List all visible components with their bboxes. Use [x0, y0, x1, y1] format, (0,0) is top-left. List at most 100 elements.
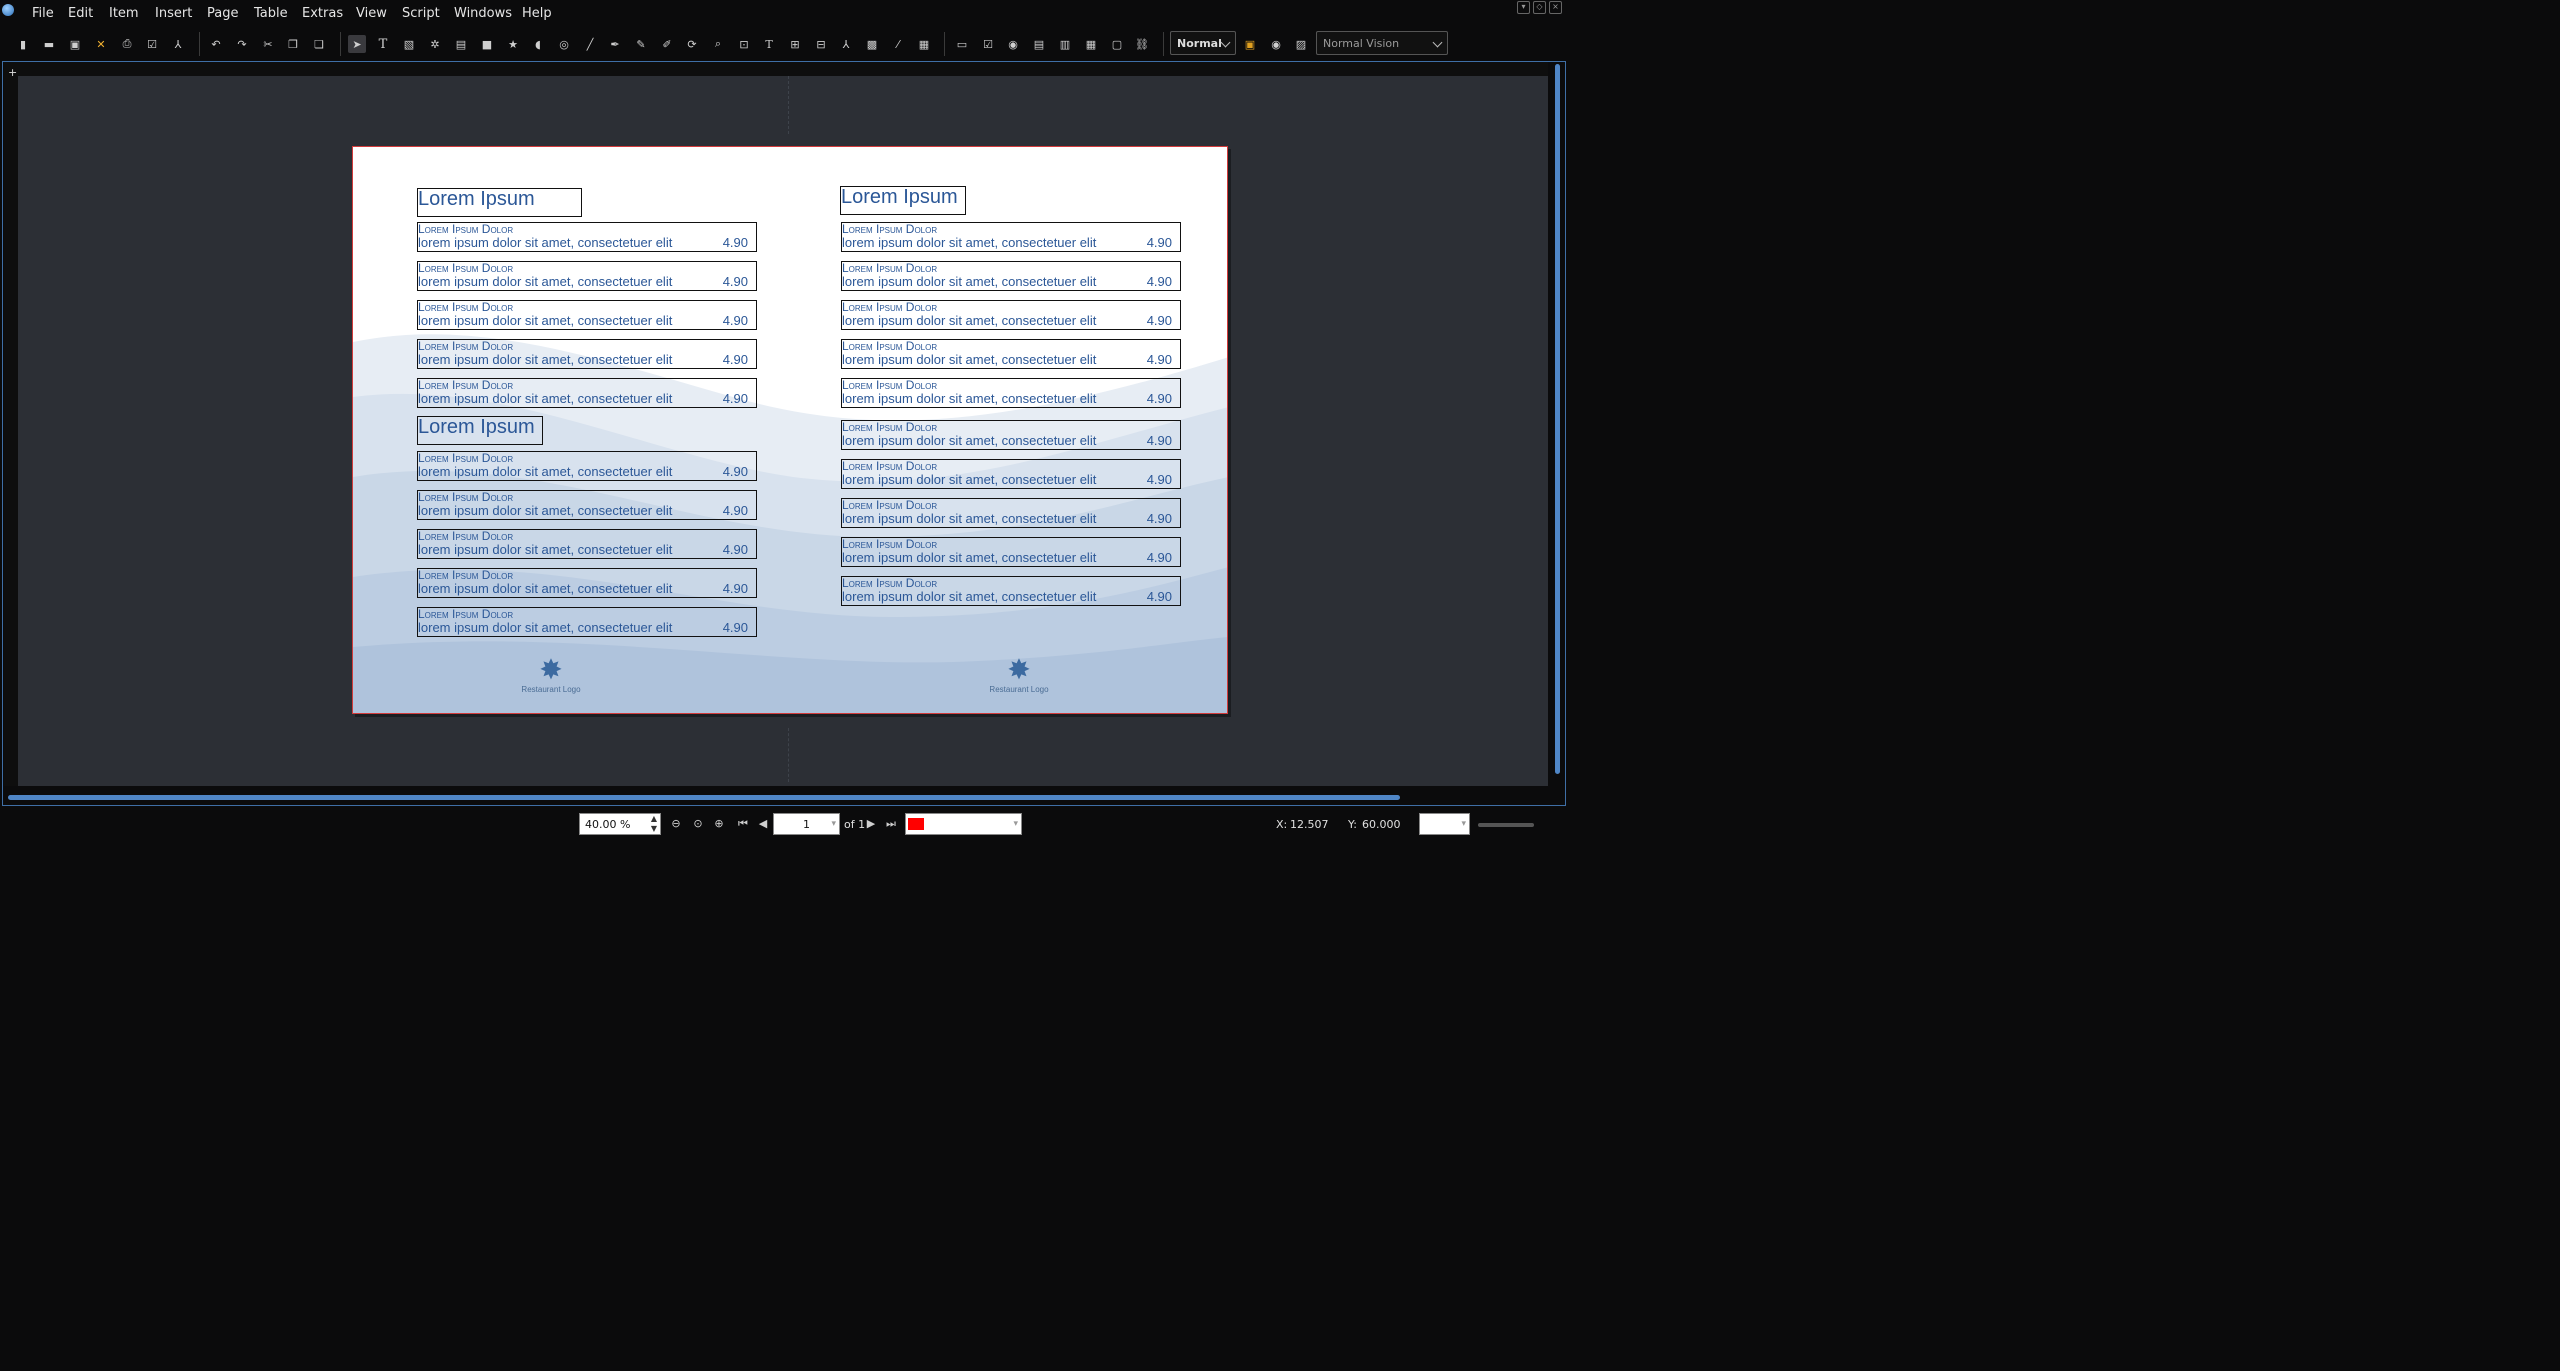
zoom-100-icon[interactable]: ⊙: [691, 817, 705, 831]
zoom-out-icon[interactable]: ⊖: [669, 817, 683, 831]
section-heading[interactable]: Lorem Ipsum: [417, 416, 543, 445]
menu-file[interactable]: File: [32, 6, 54, 21]
unlink-frames-icon[interactable]: ⊟: [812, 35, 830, 53]
menu-item-frame[interactable]: Lorem Ipsum Dolor lorem ipsum dolor sit a…: [841, 537, 1181, 567]
next-page-icon[interactable]: ▶: [864, 817, 878, 831]
menu-page[interactable]: Page: [207, 6, 238, 21]
last-page-icon[interactable]: ⏭: [884, 817, 898, 831]
new-document-icon[interactable]: ▮: [14, 35, 32, 53]
pdf-checkbox-icon[interactable]: ☑: [979, 35, 997, 53]
horizontal-ruler[interactable]: [4, 62, 1548, 76]
chevron-down-icon[interactable]: ▾: [1461, 819, 1466, 829]
close-document-icon[interactable]: ✕: [92, 35, 110, 53]
restore-icon[interactable]: ◇: [1533, 1, 1546, 14]
menu-windows[interactable]: Windows: [454, 6, 512, 21]
table-icon[interactable]: ▤: [452, 35, 470, 53]
menu-item-frame[interactable]: Lorem Ipsum Dolor lorem ipsum dolor sit a…: [417, 451, 757, 481]
line-icon[interactable]: ╱: [581, 35, 599, 53]
arc-icon[interactable]: ◖: [529, 35, 547, 53]
menu-item-frame[interactable]: Lorem Ipsum Dolor lorem ipsum dolor sit a…: [841, 459, 1181, 489]
menu-extras[interactable]: Extras: [302, 6, 343, 21]
unit-select[interactable]: ▾: [1419, 813, 1470, 835]
table-edit-icon[interactable]: ▦: [915, 35, 933, 53]
close-window-icon[interactable]: ×: [1549, 1, 1562, 14]
pdf-combobox-icon[interactable]: ▥: [1056, 35, 1074, 53]
menu-item-frame[interactable]: Lorem Ipsum Dolor lorem ipsum dolor sit a…: [417, 607, 757, 637]
zoom-icon[interactable]: ⌕: [709, 35, 727, 53]
image-frame-icon[interactable]: ▧: [400, 35, 418, 53]
select-icon[interactable]: ➤: [348, 35, 366, 53]
preview-icon[interactable]: ◉: [1267, 35, 1285, 53]
edit-mode-icon[interactable]: ▨: [1292, 35, 1310, 53]
text-frame-icon[interactable]: T: [374, 35, 392, 53]
previous-page-icon[interactable]: ◀: [756, 817, 770, 831]
pdf-listbox-icon[interactable]: ▦: [1082, 35, 1100, 53]
vertical-ruler[interactable]: [4, 76, 18, 786]
image-preview-quality-select[interactable]: Normal: [1170, 31, 1236, 55]
menu-item-frame[interactable]: Lorem Ipsum Dolor lorem ipsum dolor sit a…: [417, 339, 757, 369]
menu-item-frame[interactable]: Lorem Ipsum Dolor lorem ipsum dolor sit a…: [417, 222, 757, 252]
menu-item-frame[interactable]: Lorem Ipsum Dolor lorem ipsum dolor sit a…: [417, 568, 757, 598]
vertical-scrollbar[interactable]: [1555, 64, 1560, 774]
menu-item-frame[interactable]: Lorem Ipsum Dolor lorem ipsum dolor sit a…: [417, 378, 757, 408]
menu-item-frame[interactable]: Lorem Ipsum Dolor lorem ipsum dolor sit a…: [417, 490, 757, 520]
edit-text-icon[interactable]: T: [760, 35, 778, 53]
menu-insert[interactable]: Insert: [155, 6, 192, 21]
menu-script[interactable]: Script: [402, 6, 440, 21]
spiral-icon[interactable]: ◎: [555, 35, 573, 53]
menu-item-frame[interactable]: Lorem Ipsum Dolor lorem ipsum dolor sit a…: [841, 300, 1181, 330]
first-page-icon[interactable]: ⏮: [736, 817, 750, 831]
pdf-text-field-icon[interactable]: ▤: [1030, 35, 1048, 53]
pdf-push-button-icon[interactable]: ▭: [953, 35, 971, 53]
open-document-icon[interactable]: ▬: [40, 35, 58, 53]
zoom-in-icon[interactable]: ⊕: [712, 817, 726, 831]
undo-icon[interactable]: ↶: [207, 35, 225, 53]
pdf-link-icon[interactable]: ⛓: [1133, 35, 1151, 53]
color-management-icon[interactable]: ▣: [1241, 35, 1259, 53]
copy-properties-icon[interactable]: ▩: [863, 35, 881, 53]
measure-icon[interactable]: ⅄: [837, 35, 855, 53]
pdf-radio-icon[interactable]: ◉: [1004, 35, 1022, 53]
copy-icon[interactable]: ❐: [284, 35, 302, 53]
menu-item-frame[interactable]: Lorem Ipsum Dolor lorem ipsum dolor sit a…: [417, 261, 757, 291]
paste-icon[interactable]: ❏: [310, 35, 328, 53]
cut-icon[interactable]: ✂: [259, 35, 277, 53]
section-heading[interactable]: Lorem Ipsum: [840, 186, 966, 215]
redo-icon[interactable]: ↷: [233, 35, 251, 53]
menu-item-frame[interactable]: Lorem Ipsum Dolor lorem ipsum dolor sit a…: [417, 300, 757, 330]
spin-arrows-icon[interactable]: ▲ ▼: [651, 814, 657, 834]
menu-item-frame[interactable]: Lorem Ipsum Dolor lorem ipsum dolor sit a…: [841, 378, 1181, 408]
menu-edit[interactable]: Edit: [68, 6, 93, 21]
freehand-icon[interactable]: ✎: [632, 35, 650, 53]
zoom-field[interactable]: 40.00 % ▲ ▼: [579, 813, 661, 835]
shape-icon[interactable]: ■: [478, 35, 496, 53]
menu-item-frame[interactable]: Lorem Ipsum Dolor lorem ipsum dolor sit a…: [841, 498, 1181, 528]
horizontal-scrollbar[interactable]: [8, 795, 1400, 800]
edit-contents-icon[interactable]: ⊡: [735, 35, 753, 53]
resize-grip[interactable]: [1478, 823, 1534, 827]
menu-item-frame[interactable]: Lorem Ipsum Dolor lorem ipsum dolor sit a…: [841, 576, 1181, 606]
bezier-icon[interactable]: ✒: [606, 35, 624, 53]
menu-help[interactable]: Help: [522, 6, 552, 21]
minimize-icon[interactable]: ▾: [1517, 1, 1530, 14]
link-frames-icon[interactable]: ⊞: [786, 35, 804, 53]
menu-item-frame[interactable]: Lorem Ipsum Dolor lorem ipsum dolor sit a…: [841, 261, 1181, 291]
menu-table[interactable]: Table: [254, 6, 288, 21]
menu-item-frame[interactable]: Lorem Ipsum Dolor lorem ipsum dolor sit a…: [841, 420, 1181, 450]
save-icon[interactable]: ▣: [66, 35, 84, 53]
restaurant-logo[interactable]: ✸ Restaurant Logo: [979, 655, 1059, 695]
polygon-icon[interactable]: ★: [504, 35, 522, 53]
preflight-check-icon[interactable]: ☑: [143, 35, 161, 53]
menu-view[interactable]: View: [356, 6, 387, 21]
pdf-annotation-icon[interactable]: ▢: [1108, 35, 1126, 53]
menu-item-frame[interactable]: Lorem Ipsum Dolor lorem ipsum dolor sit a…: [841, 339, 1181, 369]
render-frame-icon[interactable]: ✲: [426, 35, 444, 53]
export-pdf-icon[interactable]: ⅄: [169, 35, 187, 53]
ruler-origin-icon[interactable]: +: [8, 66, 17, 79]
chevron-down-icon[interactable]: ▾: [1013, 819, 1018, 829]
menu-item[interactable]: Item: [109, 6, 139, 21]
menu-item-frame[interactable]: Lorem Ipsum Dolor lorem ipsum dolor sit a…: [417, 529, 757, 559]
print-icon[interactable]: ⎙: [118, 35, 136, 53]
restaurant-logo[interactable]: ✸ Restaurant Logo: [511, 655, 591, 695]
document-page[interactable]: Lorem Ipsum Lorem Ipsum Lorem Ipsum Dolor l…: [352, 146, 1228, 714]
